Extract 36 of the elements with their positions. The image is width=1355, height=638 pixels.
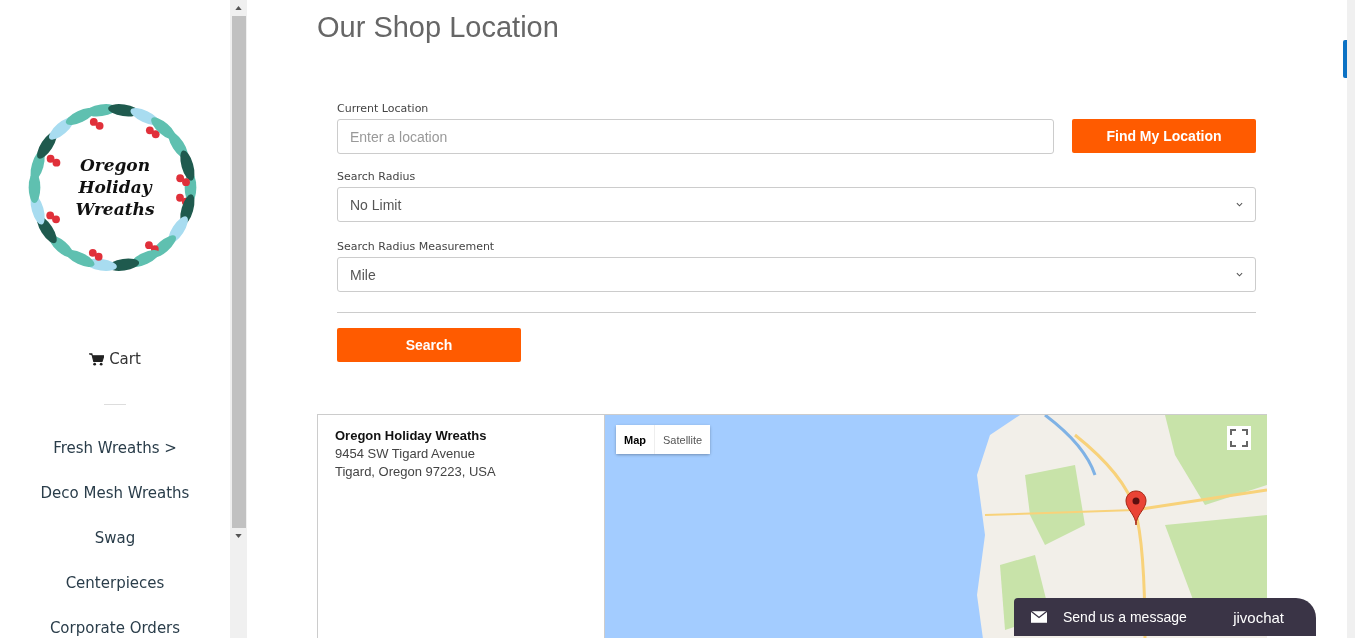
location-field[interactable]: Enter a location [337,119,1054,154]
store-address: 9454 SW Tigard Avenue [335,445,476,463]
logo-text: Oregon [79,154,151,176]
sidebar-item[interactable]: Corporate Orders [49,619,181,638]
scrollbar-thumb[interactable] [231,16,246,528]
sidebar-item[interactable]: Swag [94,529,136,548]
envelope-icon [1031,611,1047,623]
page-title: Our Shop Location [317,10,560,44]
map-pin-icon [1125,490,1147,526]
map-type-tab[interactable]: Satellite [655,425,711,454]
cart-icon [89,352,105,366]
field-label: Search Radius [337,170,417,183]
cart-link[interactable]: Cart [89,350,141,368]
logo-text: Holiday [78,176,152,198]
page-scrollbar[interactable] [1347,0,1355,638]
sidebar-item[interactable]: Deco Mesh Wreaths [40,484,190,503]
store-name[interactable]: Oregon Holiday Wreaths [335,427,604,445]
scroll-up-icon[interactable] [235,6,242,10]
scroll-down-icon[interactable] [235,534,242,538]
field-label: Current Location [337,102,430,115]
field-label: Search Radius Measurement [337,240,496,253]
chat-message: Send us a message [1063,609,1187,625]
sidebar-item[interactable]: Fresh Wreaths > [53,439,177,458]
logo-text: Wreaths [75,198,155,220]
side-tab[interactable] [1343,40,1347,78]
radius-select[interactable]: No Limit [337,187,1256,222]
fullscreen-icon[interactable] [1227,426,1251,450]
chat-widget[interactable]: Send us a message jivochat [1014,598,1316,636]
logo[interactable]: Oregon Holiday Wreaths [15,90,215,284]
map-type-tab[interactable]: Map [616,425,655,454]
store-address: Tigard, Oregon 97223, USA [335,463,497,481]
chevron-icon [1236,202,1243,207]
chevron-icon [1236,272,1243,277]
sidebar-item[interactable]: Centerpieces [65,574,165,593]
measurement-select[interactable]: Mile [337,257,1256,292]
scrollbar[interactable] [230,0,247,638]
